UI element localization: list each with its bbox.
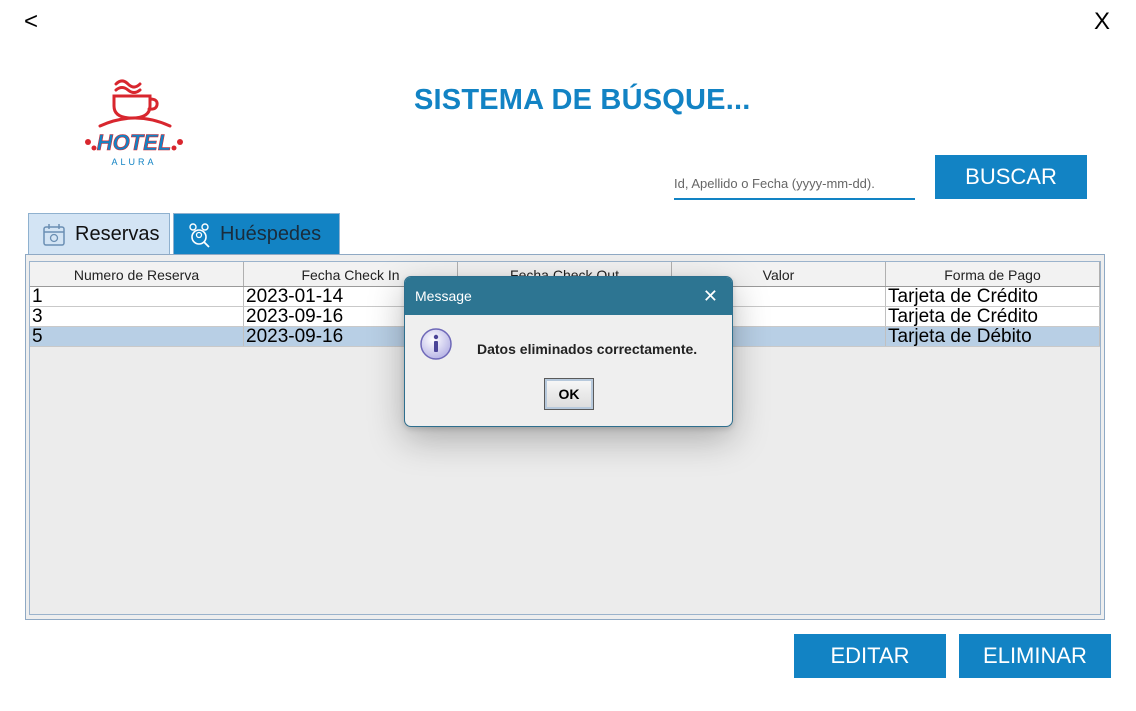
tab-huespedes[interactable]: Huéspedes [173,213,340,255]
table-cell[interactable]: Tarjeta de Crédito [886,287,1100,306]
table-cell[interactable]: 3 [30,307,244,326]
page-title: SISTEMA DE BÚSQUE... [414,84,751,116]
table-cell[interactable]: 1 [30,287,244,306]
guests-search-icon [189,222,210,248]
dialog-close-icon[interactable]: ✕ [703,287,718,305]
close-window-button[interactable]: X [1094,8,1110,36]
calendar-icon [43,223,65,246]
back-button[interactable]: < [24,8,38,36]
tab-reservas[interactable]: Reservas [28,213,170,255]
logo-alura-text: ALURA [111,157,156,167]
table-cell[interactable]: 5 [30,327,244,346]
delete-button[interactable]: ELIMINAR [959,634,1111,678]
ok-button[interactable]: OK [544,378,594,410]
dialog-message: Datos eliminados correctamente. [477,341,698,357]
edit-button[interactable]: EDITAR [794,634,946,678]
table-cell[interactable]: Tarjeta de Crédito [886,307,1100,326]
table-cell[interactable]: Tarjeta de Débito [886,327,1100,346]
dialog-titlebar[interactable]: Message ✕ [405,277,732,315]
search-button[interactable]: BUSCAR [935,155,1087,199]
search-input[interactable] [674,160,915,200]
tab-reservas-label: Reservas [75,223,160,245]
message-dialog: Message ✕ Datos eliminados correctamente… [404,276,733,427]
hotel-logo: HOTEL ALURA [85,79,183,167]
dialog-title: Message [415,288,472,304]
column-header[interactable]: Numero de Reserva [30,262,244,286]
tab-huespedes-label: Huéspedes [220,223,322,245]
column-header[interactable]: Forma de Pago [886,262,1100,286]
info-icon [420,328,452,360]
logo-hotel-text: HOTEL [97,130,172,155]
